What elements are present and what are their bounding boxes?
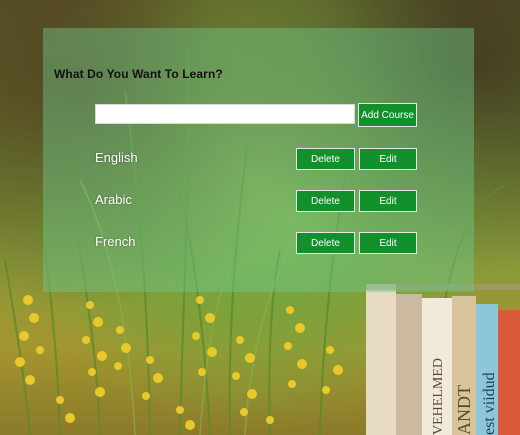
edit-french-button[interactable]: Edit — [359, 232, 417, 254]
course-name-input[interactable] — [95, 104, 355, 124]
delete-arabic-button[interactable]: Delete — [296, 190, 355, 212]
add-course-button[interactable]: Add Course — [358, 103, 417, 127]
course-name-english: English — [95, 150, 138, 165]
book-spine-text-2: ANDT — [454, 385, 474, 435]
book-spine-text-3: est viidud — [481, 372, 498, 435]
delete-english-button[interactable]: Delete — [296, 148, 355, 170]
edit-english-button[interactable]: Edit — [359, 148, 417, 170]
book-spine-text-1: VEHELMED — [431, 358, 446, 435]
course-name-french: French — [95, 234, 136, 249]
delete-french-button[interactable]: Delete — [296, 232, 355, 254]
edit-arabic-button[interactable]: Edit — [359, 190, 417, 212]
page-title: What Do You Want To Learn? — [54, 67, 223, 81]
course-name-arabic: Arabic — [95, 192, 132, 207]
